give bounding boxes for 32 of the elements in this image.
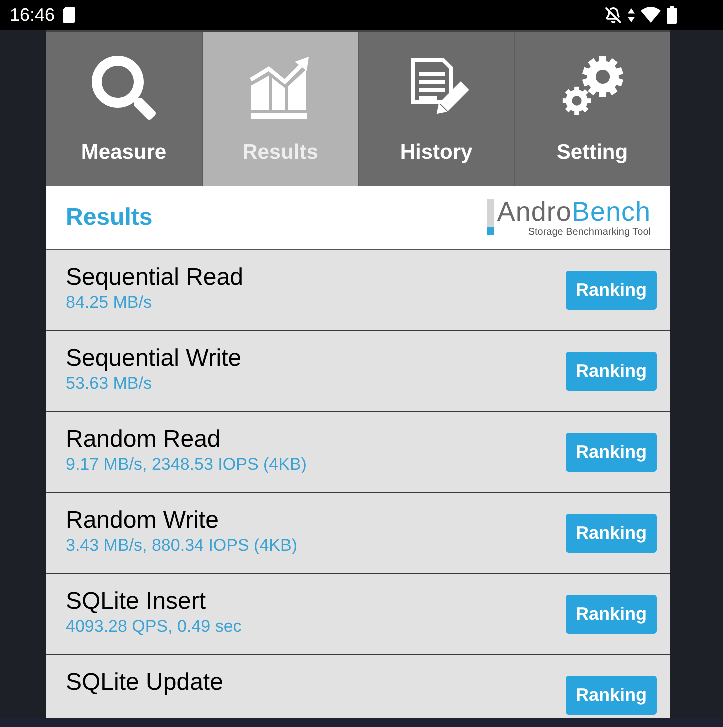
battery-icon	[667, 6, 677, 24]
tab[interactable]: History	[358, 32, 514, 186]
sd-card-icon	[63, 7, 76, 23]
result-name: Random Read	[66, 426, 222, 454]
bell-off-icon	[605, 6, 622, 24]
result-name: SQLite Update	[66, 669, 224, 697]
ranking-button[interactable]: Ranking	[566, 676, 657, 714]
ranking-button[interactable]: Ranking	[566, 514, 657, 552]
result-name: Sequential Read	[66, 264, 244, 292]
ranking-button[interactable]: Ranking	[566, 594, 657, 634]
search-icon	[92, 56, 156, 120]
logo-bar-icon	[487, 199, 494, 235]
logo-tagline: Storage Benchmarking Tool	[528, 227, 651, 238]
result-value: 84.25 MB/s	[66, 292, 153, 314]
wifi-icon	[641, 7, 661, 23]
result-name: SQLite Insert	[66, 588, 208, 616]
ranking-button[interactable]: Ranking	[566, 352, 657, 390]
result-value: 53.63 MB/s	[66, 373, 153, 395]
result-name: Sequential Write	[66, 345, 242, 373]
tab[interactable]: Results	[202, 32, 358, 186]
tab[interactable]: Measure	[46, 32, 202, 186]
result-value: 9.17 MB/s, 2348.53 IOPS (4KB)	[66, 454, 307, 476]
status-time: 16:46	[10, 6, 56, 24]
result-value: 3.43 MB/s, 880.34 IOPS (4KB)	[66, 535, 298, 557]
page-title: Results	[66, 202, 153, 232]
result-value: 4093.28 QPS, 0.49 sec	[66, 616, 242, 638]
tab[interactable]: Setting	[514, 32, 670, 186]
ranking-button[interactable]: Ranking	[566, 432, 657, 472]
ranking-button[interactable]: Ranking	[566, 270, 657, 310]
data-arrows-icon	[628, 8, 635, 22]
logo-wordmark: AndroBench	[497, 197, 651, 227]
result-name: Random Write	[66, 507, 220, 535]
